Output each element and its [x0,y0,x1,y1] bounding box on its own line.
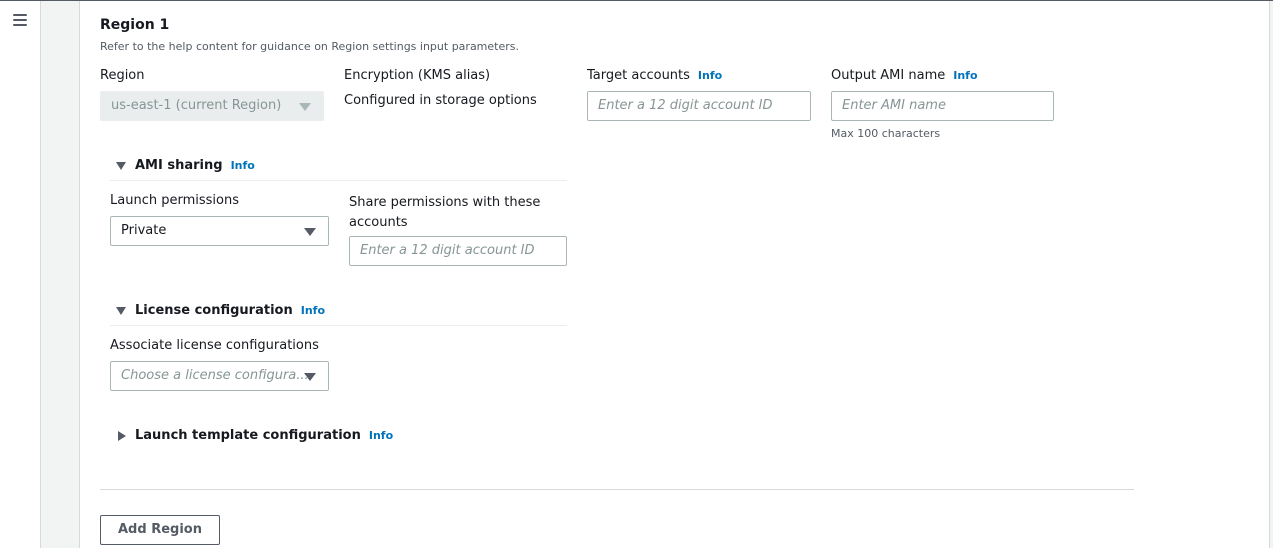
add-region-button[interactable]: Add Region [100,515,220,545]
encryption-label: Encryption (KMS alias) [344,68,491,83]
license-select-placeholder: Choose a license configura... [121,368,309,383]
ami-sharing-toggle[interactable]: AMI sharing Info [116,158,255,173]
launch-permissions-label: Launch permissions [110,193,239,208]
launch-template-toggle[interactable]: Launch template configuration Info [116,428,393,443]
launch-permissions-select[interactable]: Private [110,216,329,246]
region-description: Refer to the help content for guidance o… [100,40,519,53]
section-divider [100,489,1134,490]
caret-down-icon [304,228,316,236]
output-ami-info-link[interactable]: Info [953,69,977,82]
license-configuration-info-link[interactable]: Info [301,304,325,317]
caret-down-icon [299,103,311,111]
launch-template-info-link[interactable]: Info [369,429,393,442]
launch-template-title: Launch template configuration [135,428,361,443]
region-label: Region [100,68,145,83]
target-accounts-input[interactable]: Enter a 12 digit account ID [587,91,811,121]
ami-sharing-title: AMI sharing [135,158,223,173]
output-ami-name-input[interactable]: Enter AMI name [831,91,1054,121]
associate-license-label: Associate license configurations [110,338,319,353]
top-border [0,0,1273,1]
output-ami-label: Output AMI name Info [831,68,978,83]
share-accounts-input[interactable]: Enter a 12 digit account ID [349,236,567,266]
caret-right-icon [118,430,126,441]
caret-down-icon [116,306,126,315]
license-configuration-toggle[interactable]: License configuration Info [116,303,325,318]
license-divider [110,325,567,326]
ami-sharing-info-link[interactable]: Info [231,159,255,172]
caret-down-icon [116,161,126,170]
license-configuration-select[interactable]: Choose a license configura... [110,361,329,391]
output-ami-hint: Max 100 characters [831,127,941,140]
target-accounts-label-text: Target accounts [587,68,690,83]
launch-permissions-value: Private [121,223,167,238]
share-permissions-label: Share permissions with these accounts [349,195,541,230]
output-ami-label-text: Output AMI name [831,68,946,83]
side-rail [40,1,80,548]
region-select-value: us-east-1 (current Region) [111,98,282,113]
ami-sharing-divider [110,180,567,181]
caret-down-icon [304,373,316,381]
target-accounts-info-link[interactable]: Info [698,69,722,82]
encryption-value: Configured in storage options [344,93,537,108]
region-select: us-east-1 (current Region) [100,91,324,121]
license-configuration-title: License configuration [135,303,293,318]
target-accounts-label: Target accounts Info [587,68,722,83]
region-title: Region 1 [100,17,170,33]
scrollbar[interactable] [1269,1,1273,548]
hamburger-menu-icon[interactable] [13,14,27,26]
